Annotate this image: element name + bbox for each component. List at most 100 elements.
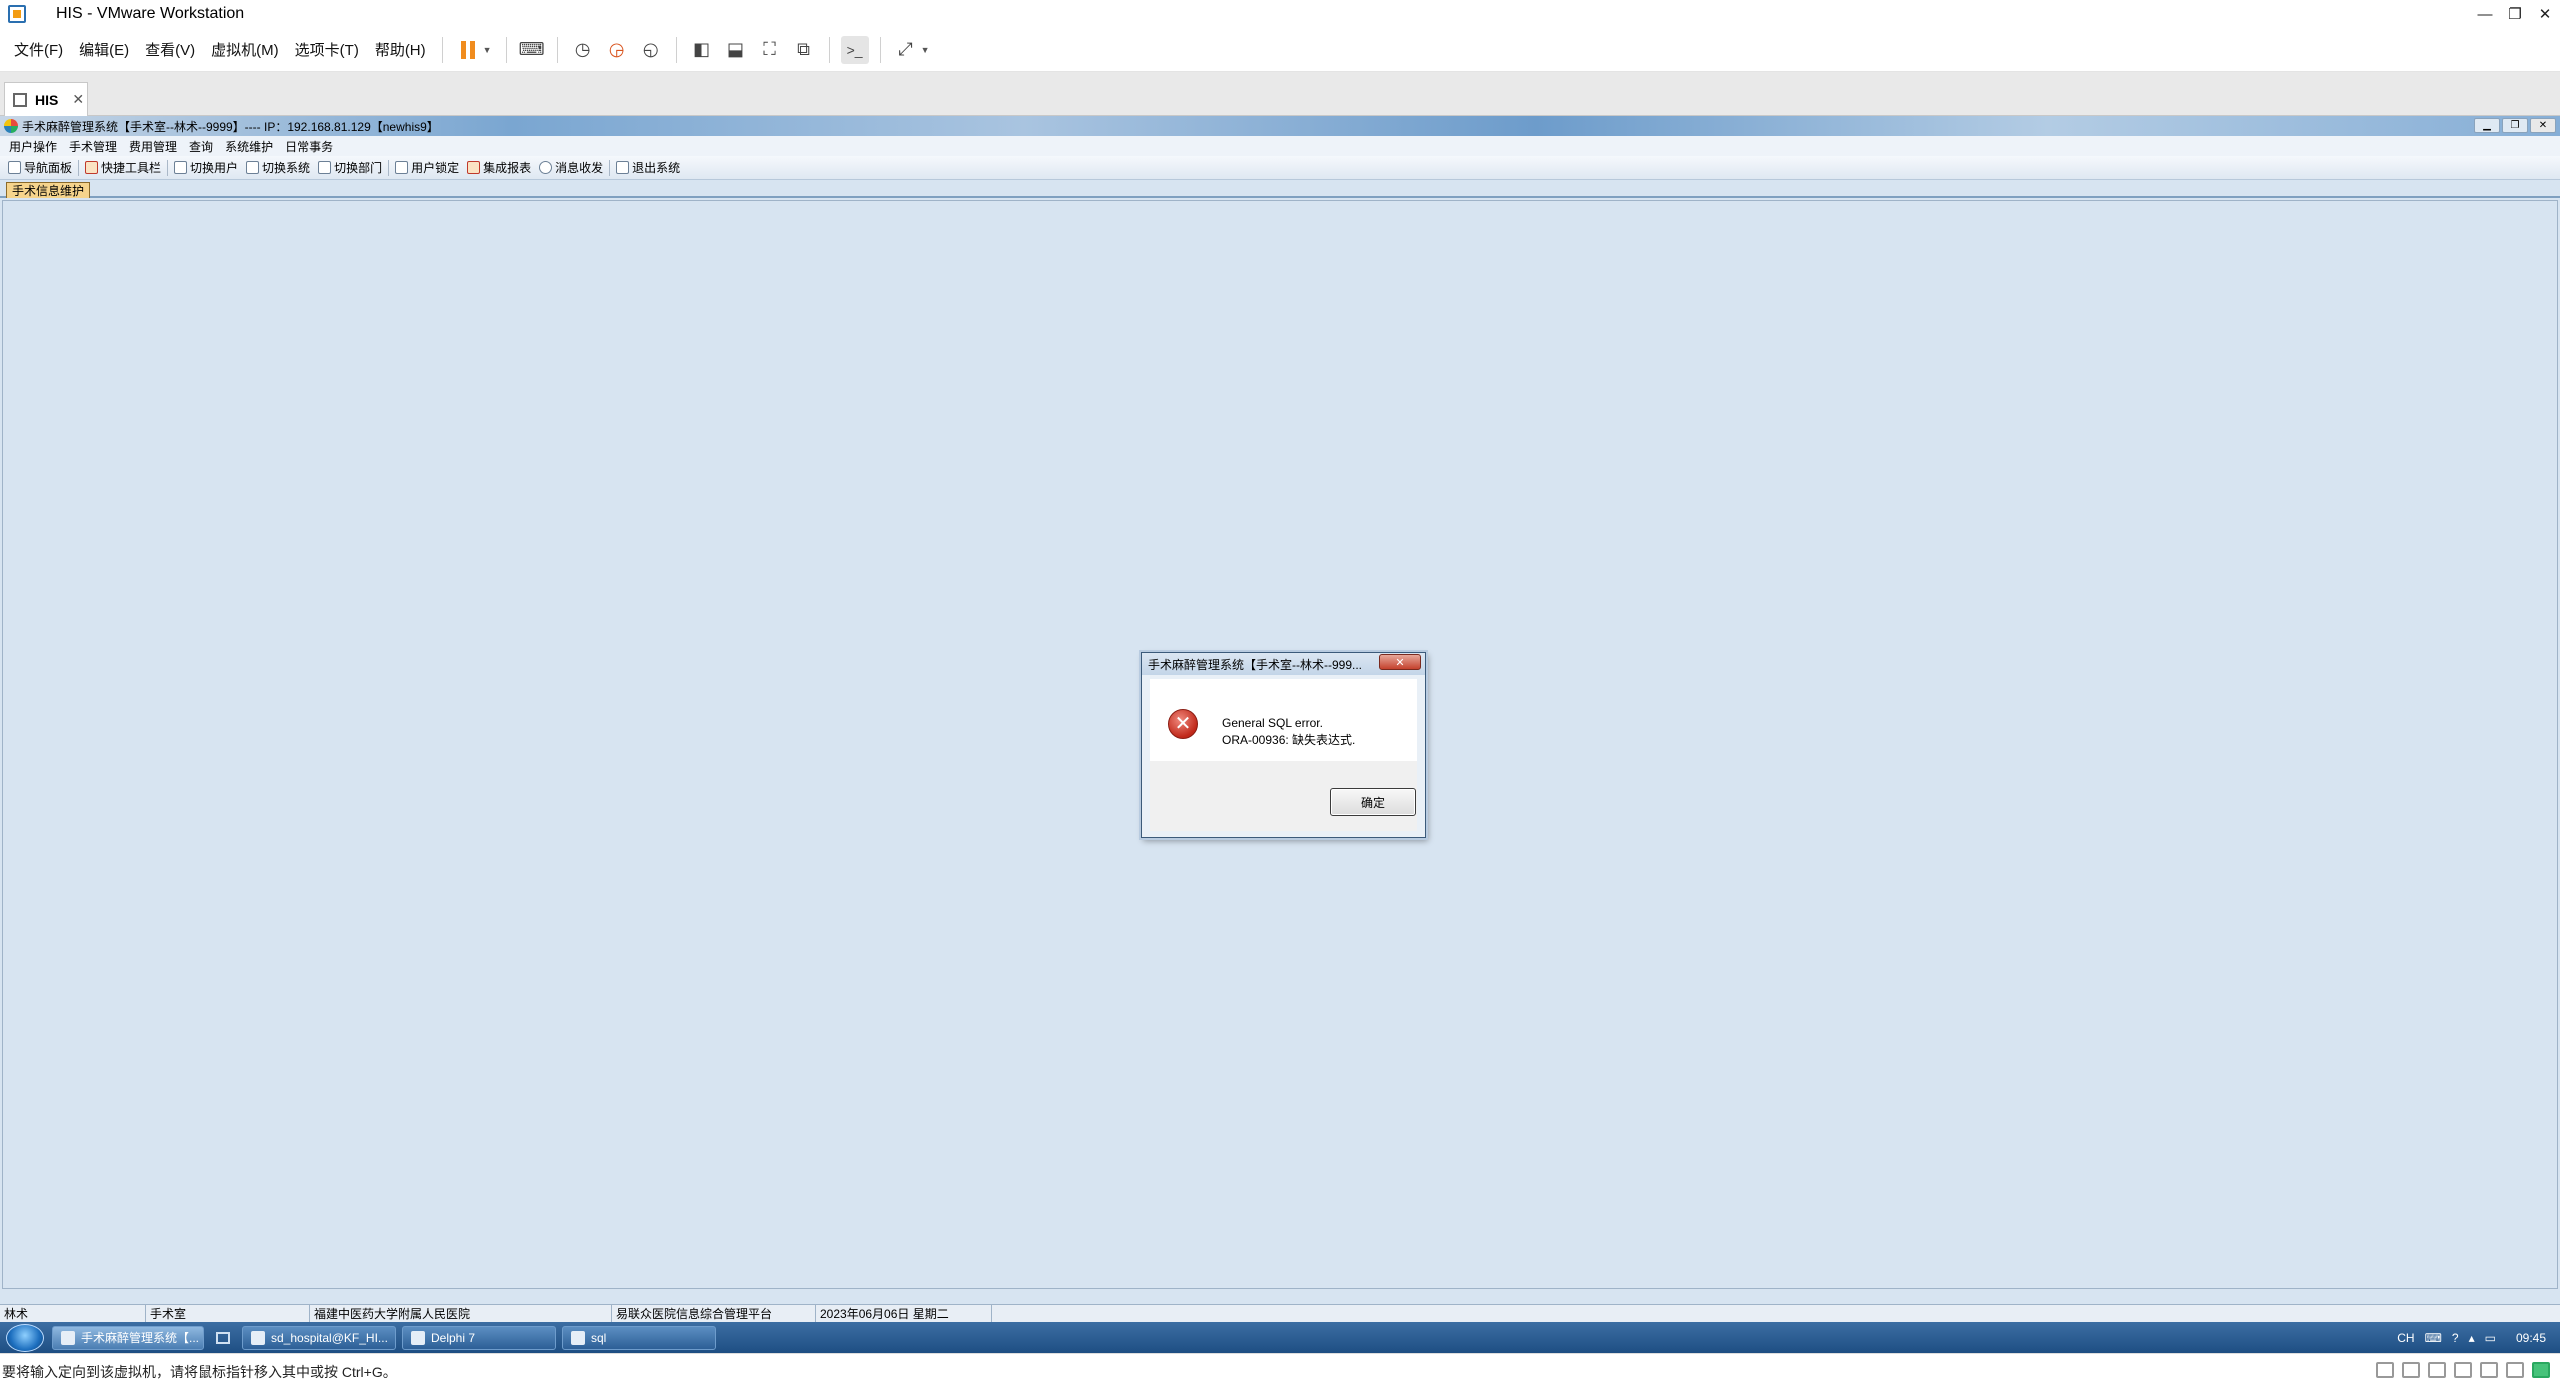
unity-button[interactable]: ⧉	[790, 36, 818, 64]
exit-icon	[616, 161, 630, 174]
taskbar-item-sql[interactable]: sql	[562, 1325, 716, 1350]
message-log-icon[interactable]	[2532, 1362, 2550, 1378]
vm-tab-his[interactable]: HIS ✕	[4, 82, 88, 116]
his-tb-nav-panel[interactable]: 导航面板	[4, 159, 76, 176]
fullscreen-button[interactable]: ⛶	[756, 36, 784, 64]
tray-network-icon[interactable]: ▭	[2485, 1331, 2496, 1345]
tab-close-icon[interactable]: ✕	[72, 91, 84, 108]
menu-view[interactable]: 查看(V)	[137, 39, 203, 60]
thumbnail-bar-button[interactable]: ⬓	[722, 36, 750, 64]
switch-dept-icon	[318, 161, 332, 174]
taskbar-quick-launch[interactable]	[210, 1327, 236, 1349]
his-tb-reports[interactable]: 集成报表	[463, 159, 535, 176]
his-titlebar: 手术麻醉管理系统【手术室--林术--9999】---- IP：192.168.8…	[0, 116, 2560, 136]
bottom-bar-layout-icon: ⬓	[727, 39, 745, 59]
ok-button[interactable]: 确定	[1330, 788, 1416, 816]
console-view-button[interactable]: >_	[840, 35, 869, 64]
his-close-button[interactable]: ✕	[2530, 118, 2556, 133]
status-hospital: 福建中医药大学附属人民医院	[310, 1304, 612, 1323]
minimize-button[interactable]: —	[2470, 0, 2500, 28]
pause-dropdown-icon[interactable]: ▼	[483, 45, 492, 55]
start-button[interactable]	[6, 1323, 44, 1352]
his-tb-switch-dept[interactable]: 切换部门	[314, 159, 386, 176]
menu-file[interactable]: 文件(F)	[6, 39, 71, 60]
snapshot-button[interactable]: ◷	[569, 36, 597, 64]
his-tb-label: 切换系统	[262, 161, 311, 175]
hard-disk-icon[interactable]	[2376, 1362, 2394, 1378]
pause-icon	[460, 40, 475, 59]
his-tab-surgery-info[interactable]: 手术信息维护	[6, 182, 91, 198]
window-controls: — ❐ ✕	[2470, 0, 2560, 28]
vm-tab-label: HIS	[35, 91, 59, 108]
menu-edit[interactable]: 编辑(E)	[71, 39, 137, 60]
his-tb-shortcut[interactable]: 快捷工具栏	[81, 159, 165, 176]
revert-snapshot-icon: ◶	[608, 39, 625, 59]
stretch-dropdown-icon[interactable]: ▼	[921, 45, 930, 55]
vmware-statusbar: 要将输入定向到该虚拟机，请将鼠标指针移入其中或按 Ctrl+G。	[0, 1353, 2560, 1389]
revert-snapshot-button[interactable]: ◶	[603, 36, 631, 64]
nav-panel-icon	[8, 161, 21, 174]
his-logo-icon	[4, 119, 18, 133]
printer-icon[interactable]	[2454, 1362, 2472, 1378]
vmware-titlebar: HIS - VMware Workstation — ❐ ✕	[0, 0, 2560, 28]
menu-vm[interactable]: 虚拟机(M)	[203, 39, 287, 60]
his-restore-button[interactable]: ❐	[2502, 118, 2528, 133]
toolbar-separator	[441, 36, 443, 63]
send-ctrl-alt-del-button[interactable]: ⌨	[518, 36, 546, 64]
sound-card-icon[interactable]	[2480, 1362, 2498, 1378]
folder-icon	[571, 1330, 585, 1345]
snapshot-icon: ◷	[574, 39, 591, 59]
his-tb-messages[interactable]: 消息收发	[535, 159, 607, 176]
guest-screen[interactable]: 手术麻醉管理系统【手术室--林术--9999】---- IP：192.168.8…	[0, 116, 2560, 1353]
toolbar-separator	[879, 36, 881, 63]
vm-tabstrip: HIS ✕	[0, 72, 2560, 116]
network-adapter-icon[interactable]	[2428, 1362, 2446, 1378]
status-dept: 手术室	[146, 1304, 310, 1323]
pause-button[interactable]	[454, 36, 482, 64]
his-tb-label: 切换部门	[334, 161, 383, 175]
device-icons	[2376, 1362, 2550, 1378]
dialog-titlebar: 手术麻醉管理系统【手术室--林术--999... ✕	[1142, 653, 1425, 675]
his-toolbar-separator	[167, 159, 169, 176]
his-menu-user[interactable]: 用户操作	[6, 138, 66, 155]
his-menu-surgery[interactable]: 手术管理	[66, 138, 126, 155]
his-tb-lock-user[interactable]: 用户锁定	[391, 159, 463, 176]
status-user: 林术	[0, 1304, 146, 1323]
cd-drive-icon[interactable]	[2402, 1362, 2420, 1378]
his-toolbar-separator	[78, 159, 80, 176]
toolbar-separator	[828, 36, 830, 63]
his-menu-system[interactable]: 系统维护	[222, 138, 282, 155]
taskbar-item-his[interactable]: 手术麻醉管理系统【...	[52, 1325, 204, 1350]
taskbar-item-delphi[interactable]: Delphi 7	[402, 1325, 556, 1350]
his-tb-switch-user[interactable]: 切换用户	[170, 159, 242, 176]
tray-expand-icon[interactable]: ▴	[2469, 1331, 2475, 1345]
switch-user-icon	[174, 161, 188, 174]
dialog-close-button[interactable]: ✕	[1379, 654, 1421, 670]
library-view-button[interactable]: ◧	[688, 36, 716, 64]
tray-language[interactable]: CH	[2397, 1331, 2414, 1345]
his-tb-label: 退出系统	[632, 161, 681, 175]
his-tb-switch-system[interactable]: 切换系统	[242, 159, 314, 176]
close-button[interactable]: ✕	[2530, 0, 2560, 28]
his-menu-query[interactable]: 查询	[186, 138, 222, 155]
his-menu-daily[interactable]: 日常事务	[282, 138, 342, 155]
error-message-line2: ORA-00936: 缺失表达式.	[1222, 733, 1356, 747]
his-menu-fees[interactable]: 费用管理	[126, 138, 186, 155]
guest-taskbar: 手术麻醉管理系统【... sd_hospital@KF_HI... Delphi…	[0, 1322, 2560, 1353]
keyboard-icon: ⌨	[518, 39, 545, 59]
his-tb-label: 消息收发	[555, 161, 604, 175]
display-icon[interactable]	[2506, 1362, 2524, 1378]
his-tb-exit[interactable]: 退出系统	[612, 159, 684, 176]
stretch-guest-button[interactable]: ⤢	[892, 36, 920, 64]
taskbar-item-label: sd_hospital@KF_HI...	[271, 1330, 388, 1345]
tray-clock[interactable]: 09:45	[2516, 1331, 2546, 1345]
tray-keyboard-icon[interactable]: ⌨	[2425, 1331, 2442, 1345]
snapshot-manager-button[interactable]: ◵	[637, 36, 665, 64]
taskbar-item-db[interactable]: sd_hospital@KF_HI...	[242, 1325, 396, 1350]
his-toolbar-separator	[388, 159, 390, 176]
menu-tabs[interactable]: 选项卡(T)	[287, 39, 367, 60]
menu-help[interactable]: 帮助(H)	[367, 39, 434, 60]
restore-button[interactable]: ❐	[2500, 0, 2530, 28]
his-minimize-button[interactable]: ▁	[2474, 118, 2500, 133]
tray-help-icon[interactable]: ?	[2452, 1331, 2459, 1345]
